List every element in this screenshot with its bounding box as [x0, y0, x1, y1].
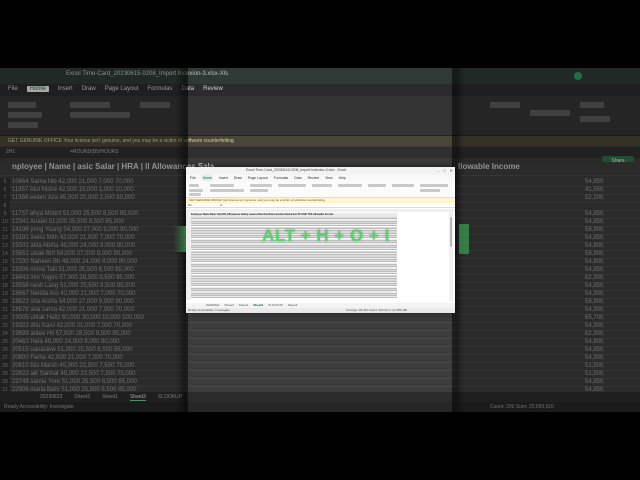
window-title: Excel Time-Card_20230615-0208_Import Ind…	[246, 168, 347, 172]
shortcut-ghost-left	[174, 226, 186, 252]
column-headers	[186, 209, 455, 212]
scrollbar-thumb[interactable]	[450, 217, 452, 247]
status-bar: Ready Accessibility: Investigate Average…	[186, 308, 455, 313]
dim-overlay-left	[0, 68, 186, 412]
name-box[interactable]: D1	[188, 203, 192, 208]
minimize-icon[interactable]: –	[437, 168, 439, 173]
bg-menu-item[interactable]: Review	[203, 86, 223, 92]
status-right: Average: 38,404 Count: 320 Sum: 12,289,2…	[346, 308, 408, 312]
maximize-icon[interactable]: □	[443, 168, 445, 173]
formula-input[interactable]: fx	[220, 203, 222, 208]
title-bar: Excel Time-Card_20230615-0208_Import Ind…	[186, 167, 455, 175]
dim-overlay-right	[455, 68, 640, 412]
status-left: Ready Accessibility: Investigate	[188, 308, 230, 312]
formula-bar: D1 fx	[186, 203, 455, 208]
worksheet-grid[interactable]: Employee Name Basic Sal HRA Allowances S…	[186, 209, 455, 303]
shortcut-ghost-right	[459, 224, 469, 254]
ribbon	[186, 181, 455, 198]
keyboard-shortcut-overlay: ALT + H + O + I	[262, 226, 390, 245]
window-controls: – □ ✕	[437, 168, 453, 173]
table-row[interactable]	[191, 296, 397, 299]
close-icon[interactable]: ✕	[450, 168, 453, 173]
